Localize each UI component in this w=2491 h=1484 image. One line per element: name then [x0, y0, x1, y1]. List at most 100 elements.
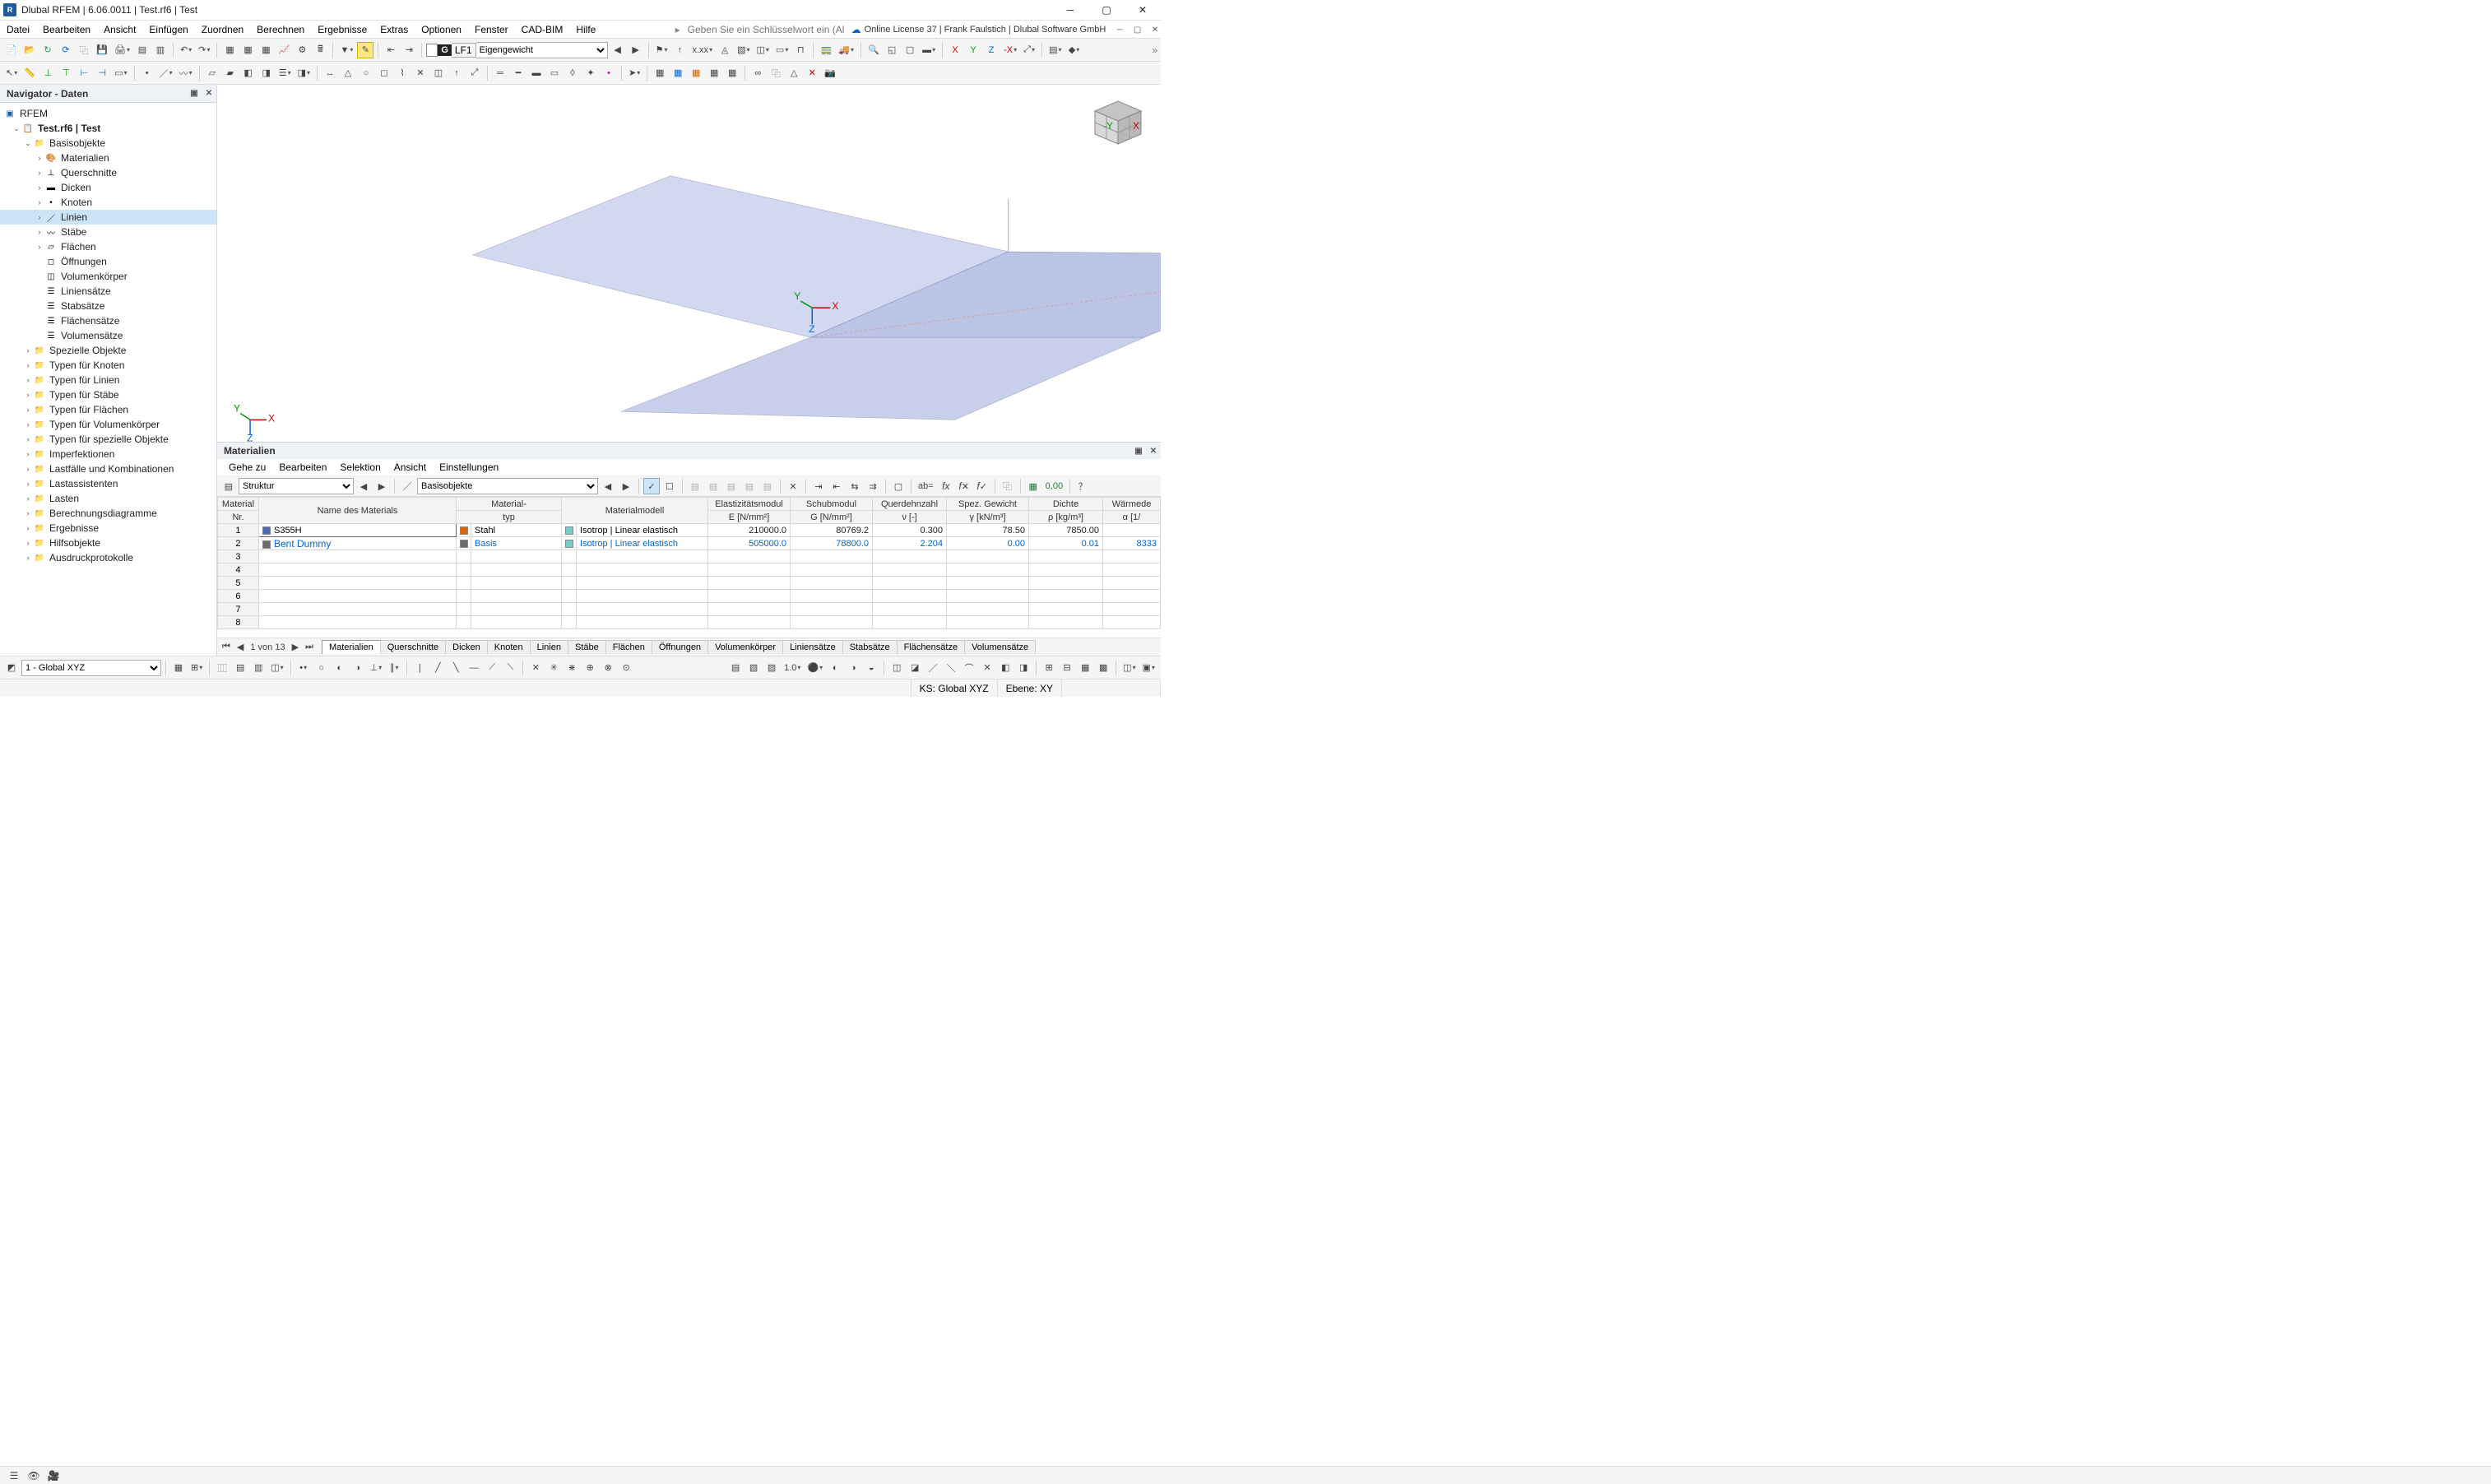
filter1-prev-button[interactable]: ◀ — [355, 478, 372, 494]
diagram-button[interactable]: 📈 — [276, 42, 292, 58]
grid4-button[interactable]: ▦ — [706, 65, 722, 81]
g3-button[interactable]: ／ — [925, 660, 941, 676]
cell-name[interactable]: S355H — [258, 524, 456, 537]
col-e[interactable]: E [N/mm²] — [708, 511, 791, 524]
table-row-empty[interactable]: 5 — [217, 577, 1160, 590]
l6-button[interactable]: ✦ — [582, 65, 599, 81]
cell-alpha[interactable] — [1103, 524, 1161, 537]
copy3-button[interactable]: ⿻ — [1000, 478, 1016, 494]
menu-extras[interactable]: Extras — [373, 21, 415, 38]
caret-icon[interactable]: › — [35, 228, 44, 236]
link-button[interactable]: ∞ — [749, 65, 766, 81]
caret-icon[interactable]: › — [23, 391, 33, 399]
caret-icon[interactable]: › — [23, 406, 33, 414]
cell-nu[interactable]: 0.300 — [873, 524, 947, 537]
b6-button[interactable]: ◫ — [268, 660, 285, 676]
axis-y-button[interactable]: Y — [965, 42, 981, 58]
tab-stäbe[interactable]: Stäbe — [568, 640, 606, 654]
tree-group-typen-für-knoten[interactable]: › 📁 Typen für Knoten — [0, 358, 216, 373]
menu-hilfe[interactable]: Hilfe — [569, 21, 602, 38]
export4-button[interactable]: ⇉ — [865, 478, 881, 494]
mdi-close-button[interactable]: ✕ — [1149, 25, 1161, 36]
delete-button[interactable]: ✕ — [804, 65, 820, 81]
doc2-button[interactable]: ▥ — [152, 42, 169, 58]
measure-button[interactable]: 📏 — [21, 65, 38, 81]
caret-icon[interactable]: › — [23, 480, 33, 488]
nav-view-icon[interactable]: 👁 — [26, 1468, 41, 1483]
highlight-button[interactable]: ✎ — [357, 42, 373, 58]
grid5-button[interactable]: ▦ — [724, 65, 740, 81]
export2-button[interactable]: ⇤ — [828, 478, 845, 494]
tree-group-spezielle-objekte[interactable]: › 📁 Spezielle Objekte — [0, 343, 216, 358]
filter1-button[interactable]: ▼ — [337, 42, 355, 58]
tab-volumensätze[interactable]: Volumensätze — [964, 640, 1036, 654]
boundary-button[interactable]: ▭ — [112, 65, 129, 81]
tree-item-materialien[interactable]: › 🎨 Materialien — [0, 151, 216, 165]
nav-video-icon[interactable]: 🎥 — [46, 1468, 61, 1483]
tree-group-lasten[interactable]: › 📁 Lasten — [0, 491, 216, 506]
flag-button[interactable]: ⚑ — [653, 42, 670, 58]
panel-menu-gehezu[interactable]: Gehe zu — [222, 460, 272, 475]
caret-icon[interactable]: › — [23, 539, 33, 547]
cell-alpha[interactable]: 8333 — [1103, 537, 1161, 550]
caret-icon[interactable]: ⌄ — [23, 139, 33, 148]
release-button[interactable]: ◻ — [376, 65, 392, 81]
menu-einfuegen[interactable]: Einfügen — [142, 21, 194, 38]
grid3-button[interactable]: ▦ — [688, 65, 704, 81]
surf4-button[interactable]: ◨ — [258, 65, 275, 81]
g2-button[interactable]: ◪ — [907, 660, 923, 676]
e2-button[interactable]: ✳ — [545, 660, 562, 676]
nav-data-icon[interactable]: ☰ — [7, 1468, 21, 1483]
menu-datei[interactable]: Datei — [0, 21, 36, 38]
tree-item-flächensätze[interactable]: ☰ Flächensätze — [0, 313, 216, 328]
tree-group-typen-für-flächen[interactable]: › 📁 Typen für Flächen — [0, 402, 216, 417]
tab-dicken[interactable]: Dicken — [445, 640, 488, 654]
tree-group-typen-für-stäbe[interactable]: › 📁 Typen für Stäbe — [0, 387, 216, 402]
pager-next-button[interactable]: ▶ — [290, 642, 300, 652]
caret-icon[interactable]: › — [23, 420, 33, 429]
snap6-button[interactable]: ∥ — [386, 660, 402, 676]
surf3-button[interactable]: ◧ — [240, 65, 257, 81]
tree-group-ausdruckprotokolle[interactable]: › 📁 Ausdruckprotokolle — [0, 550, 216, 565]
l3-button[interactable]: ▬ — [528, 65, 545, 81]
save-button[interactable]: 💾 — [94, 42, 110, 58]
d6-button[interactable]: ⟍ — [502, 660, 518, 676]
cell-g[interactable]: 80769.2 — [791, 524, 873, 537]
filter1-next-button[interactable]: ▶ — [373, 478, 390, 494]
fx2-button[interactable]: f✕ — [956, 478, 972, 494]
l7-button[interactable]: • — [601, 65, 617, 81]
iso-button[interactable]: ◱ — [884, 42, 900, 58]
caret-icon[interactable]: › — [35, 213, 44, 221]
menu-optionen[interactable]: Optionen — [415, 21, 468, 38]
col-alpha-group[interactable]: Wärmede — [1103, 498, 1161, 511]
mdi-restore-button[interactable]: ▢ — [1132, 25, 1143, 36]
cell-rho[interactable]: 0.01 — [1029, 537, 1103, 550]
tab-linien[interactable]: Linien — [530, 640, 568, 654]
col-g-group[interactable]: Schubmodul — [791, 498, 873, 511]
panel-menu-selektion[interactable]: Selektion — [333, 460, 387, 475]
snap4-button[interactable]: ◑ — [350, 660, 366, 676]
diag-button[interactable]: ⤢ — [466, 65, 483, 81]
col-gamma[interactable]: γ [kN/m³] — [947, 511, 1029, 524]
arrow-button[interactable]: ➤ — [626, 65, 642, 81]
i2-button[interactable]: ▣ — [1140, 660, 1157, 676]
snap5-button[interactable]: ⊥ — [368, 660, 385, 676]
tab-flächensätze[interactable]: Flächensätze — [897, 640, 965, 654]
d4-button[interactable]: — — [466, 660, 482, 676]
col-rho[interactable]: ρ [kg/m³] — [1029, 511, 1103, 524]
table2-button[interactable]: ▦ — [239, 42, 256, 58]
wall-button[interactable]: ▬ — [920, 42, 938, 58]
d1-button[interactable]: | — [411, 660, 428, 676]
tree-group-ergebnisse[interactable]: › 📁 Ergebnisse — [0, 521, 216, 536]
cell-e[interactable]: 210000.0 — [708, 524, 791, 537]
redo-button[interactable]: ↷ — [196, 42, 212, 58]
align-right-button[interactable]: ⇥ — [401, 42, 417, 58]
support2-button[interactable]: △ — [340, 65, 356, 81]
axis-x-button[interactable]: X — [947, 42, 963, 58]
caret-icon[interactable]: › — [35, 183, 44, 192]
neg-x-button[interactable]: -X — [1001, 42, 1019, 58]
overflow-icon[interactable]: » — [1152, 44, 1157, 56]
cell-rho[interactable]: 7850.00 — [1029, 524, 1103, 537]
caret-icon[interactable]: › — [23, 554, 33, 562]
caret-icon[interactable]: › — [35, 243, 44, 251]
